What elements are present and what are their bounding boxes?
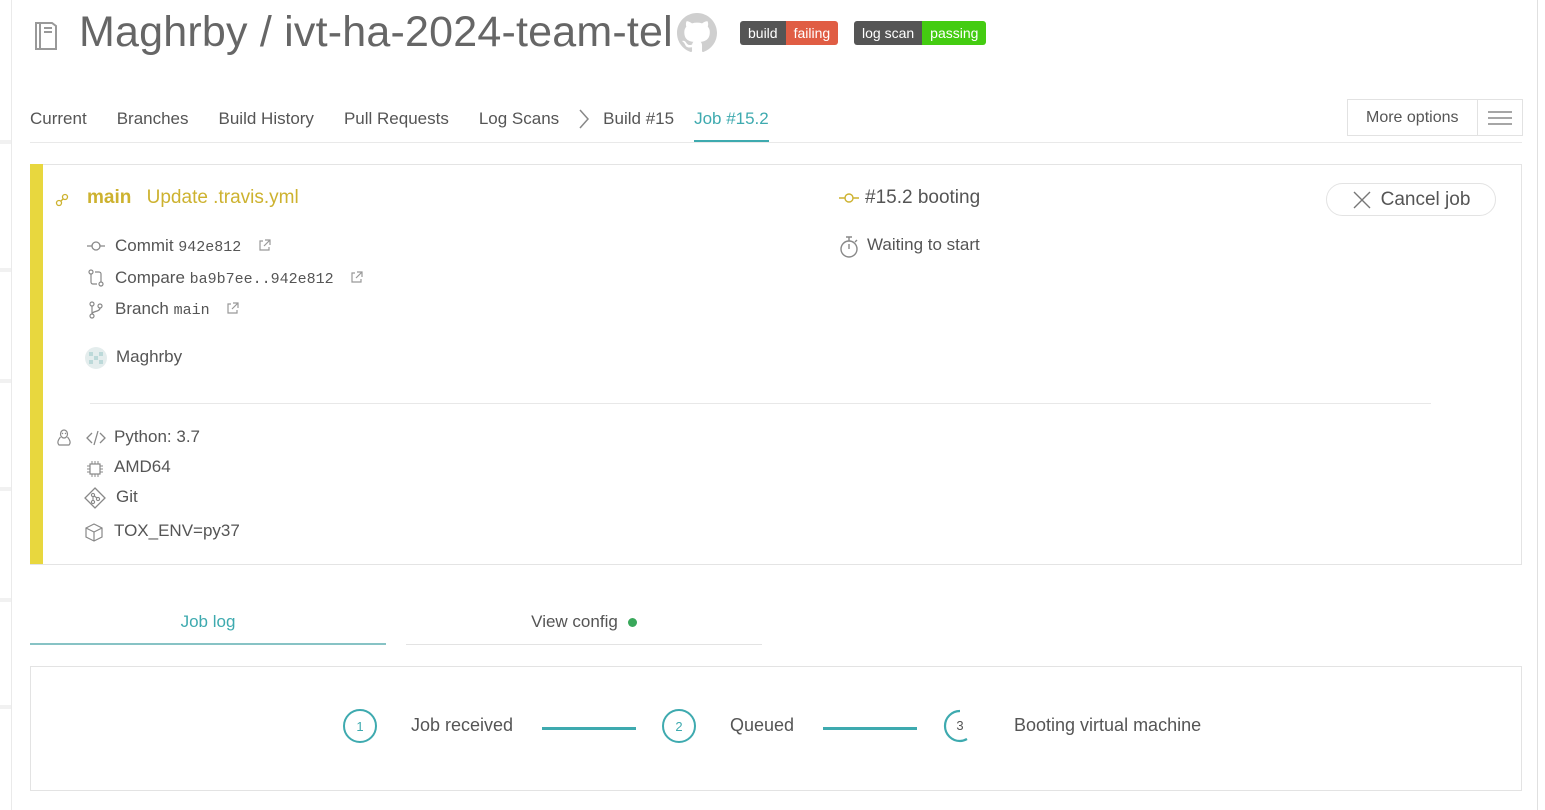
step-2-circle: 2 <box>662 709 696 743</box>
badge-status: failing <box>785 21 839 45</box>
cancel-job-button[interactable]: Cancel job <box>1326 183 1496 216</box>
tab-current[interactable]: Current <box>30 108 87 142</box>
left-rail <box>0 0 12 810</box>
commit-sha[interactable]: 942e812 <box>178 239 241 256</box>
right-rail <box>1537 0 1545 810</box>
branch-name[interactable]: main <box>87 187 131 208</box>
cancel-job-label: Cancel job <box>1380 188 1471 210</box>
branch-icon <box>55 193 69 207</box>
package-box-icon <box>84 522 104 542</box>
hamburger-icon <box>1477 100 1522 135</box>
external-link-icon[interactable] <box>350 271 364 284</box>
vcs: Git <box>116 487 138 506</box>
badge-label: log scan <box>854 21 923 45</box>
author-name: Maghrby <box>116 347 183 366</box>
commit-label: Commit <box>115 236 174 255</box>
tab-job-log[interactable]: Job log <box>30 600 386 645</box>
step-3-label: Booting virtual machine <box>1014 715 1202 735</box>
compare-label: Compare <box>115 268 185 287</box>
tab-pull-requests[interactable]: Pull Requests <box>344 108 449 142</box>
step-connector <box>542 727 636 730</box>
repo-nav: Current Branches Build History Pull Requ… <box>30 108 789 142</box>
badge-status: passing <box>922 21 987 45</box>
avatar <box>85 347 107 369</box>
env-variable: TOX_ENV=py37 <box>114 521 240 540</box>
tab-log-scans[interactable]: Log Scans <box>479 108 559 142</box>
branch-value[interactable]: main <box>174 302 210 319</box>
step-connector <box>823 727 917 730</box>
step-3-spinner: 3 <box>943 709 977 743</box>
repo-book-icon <box>33 20 61 52</box>
repo-title[interactable]: Maghrby / ivt-ha-2024-team-tel <box>79 8 673 57</box>
status-color-bar <box>30 164 43 564</box>
section-divider <box>90 403 1431 404</box>
compare-icon <box>88 269 104 287</box>
compare-range[interactable]: ba9b7ee..942e812 <box>190 271 334 288</box>
cpu-icon <box>86 460 104 478</box>
chevron-right-icon <box>577 108 591 130</box>
architecture: AMD64 <box>114 457 171 476</box>
build-status-badge[interactable]: build failing <box>740 21 839 45</box>
code-icon <box>86 430 106 446</box>
tab-job[interactable]: Job #15.2 <box>694 108 769 142</box>
commit-message: Update .travis.yml <box>146 187 299 208</box>
github-icon[interactable] <box>677 13 717 53</box>
stopwatch-icon <box>839 235 859 259</box>
step-1-circle: 1 <box>343 709 377 743</box>
nav-divider <box>30 142 1522 143</box>
language-runtime: Python: 3.7 <box>114 427 201 446</box>
step-number: 1 <box>356 718 364 734</box>
git-icon <box>84 487 106 509</box>
job-summary-card <box>30 164 1522 565</box>
badge-label: build <box>740 21 786 45</box>
tab-view-config-label: View config <box>531 612 618 631</box>
waiting-status: Waiting to start <box>867 235 980 254</box>
job-number[interactable]: #15.2 booting <box>865 187 980 209</box>
branch-label: Branch <box>115 299 169 318</box>
tab-view-config[interactable]: View config <box>406 600 762 645</box>
git-branch-icon <box>88 301 104 319</box>
external-link-icon[interactable] <box>258 239 271 252</box>
tab-job-log-label: Job log <box>180 611 236 631</box>
more-options-button[interactable]: More options <box>1347 99 1523 136</box>
step-number: 2 <box>675 718 683 734</box>
step-2-label: Queued <box>730 715 795 735</box>
step-number: 3 <box>956 718 964 733</box>
external-link-icon[interactable] <box>226 302 239 315</box>
step-1-label: Job received <box>411 715 514 735</box>
linux-icon <box>56 429 72 447</box>
tab-build-history[interactable]: Build History <box>219 108 314 142</box>
status-dot <box>627 617 637 627</box>
more-options-label: More options <box>1366 108 1459 126</box>
close-icon <box>1353 191 1371 208</box>
commit-icon <box>839 191 859 205</box>
tab-branches[interactable]: Branches <box>117 108 189 142</box>
log-scan-badge[interactable]: log scan passing <box>854 21 987 45</box>
commit-icon <box>87 239 105 253</box>
breadcrumb-build[interactable]: Build #15 <box>603 108 674 142</box>
